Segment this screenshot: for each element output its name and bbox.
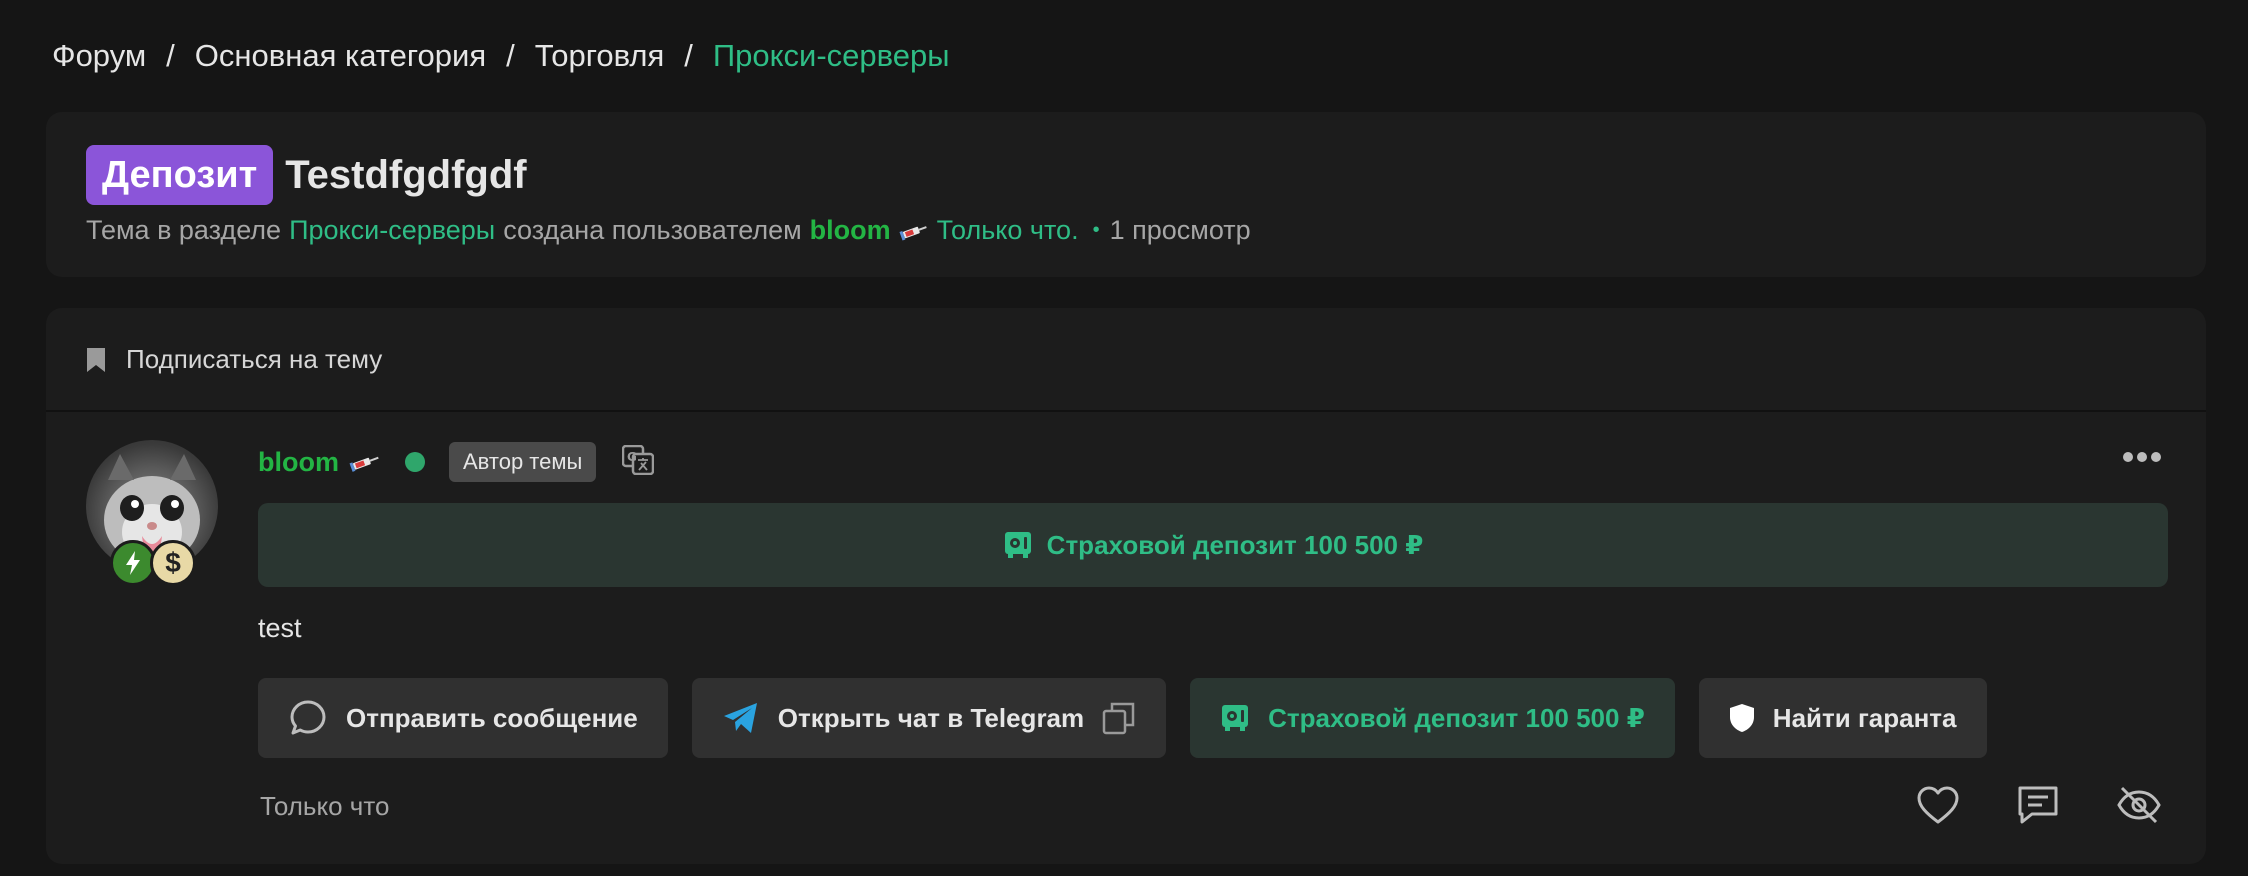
- divider: [46, 410, 2206, 412]
- thread-meta: Тема в разделе Прокси-серверы создана по…: [86, 215, 1251, 246]
- post-timestamp[interactable]: Только что: [260, 791, 389, 822]
- breadcrumb-separator: /: [684, 38, 693, 73]
- thread-title-row: Депозит Testdfgdfgdf: [86, 145, 527, 205]
- syringe-icon: [899, 220, 929, 242]
- post-reactions: [1916, 784, 2162, 831]
- breadcrumb-separator: /: [166, 38, 175, 73]
- breadcrumb-item-proxy[interactable]: Прокси-серверы: [713, 38, 950, 74]
- dollar-icon: $: [150, 540, 196, 586]
- post-card: Подписаться на тему $ bloom Автор темы G…: [46, 308, 2206, 864]
- subscribe-label: Подписаться на тему: [126, 344, 383, 374]
- thread-header: Депозит Testdfgdfgdf Тема в разделе Прок…: [46, 112, 2206, 277]
- find-guarantor-button[interactable]: Найти гаранта: [1698, 678, 1987, 758]
- safe-icon: [1220, 703, 1250, 733]
- meta-time-link[interactable]: Только что.: [937, 215, 1079, 246]
- insurance-deposit-button[interactable]: Страховой депозит 100 500 ₽: [1190, 678, 1675, 758]
- find-guarantor-label: Найти гаранта: [1772, 702, 1957, 733]
- safe-icon: [1004, 532, 1031, 558]
- open-telegram-label: Открыть чат в Telegram: [777, 702, 1085, 733]
- breadcrumb-item-forum[interactable]: Форум: [52, 38, 146, 74]
- breadcrumb-separator: /: [506, 38, 515, 73]
- syringe-icon: [349, 451, 381, 473]
- breadcrumb-item-trading[interactable]: Торговля: [535, 38, 665, 74]
- meta-views: 1 просмотр: [1109, 215, 1251, 245]
- meta-created-by-text: создана пользователем: [503, 215, 802, 245]
- send-message-button[interactable]: Отправить сообщение: [258, 678, 668, 758]
- reply-icon[interactable]: [2016, 784, 2060, 831]
- bookmark-icon: [87, 347, 105, 372]
- heart-icon[interactable]: [1916, 785, 1960, 830]
- telegram-icon: [722, 701, 760, 735]
- meta-section-link[interactable]: Прокси-серверы: [289, 215, 495, 246]
- svg-text:G: G: [627, 450, 637, 464]
- subscribe-button[interactable]: Подписаться на тему: [86, 344, 382, 375]
- chat-bubble-icon: [288, 698, 328, 738]
- online-status-dot: [405, 452, 425, 472]
- hide-icon[interactable]: [2116, 784, 2162, 831]
- author-tag-badge: Автор темы: [449, 442, 597, 482]
- post-body: test: [258, 613, 302, 643]
- meta-in-section-text: Тема в разделе: [86, 215, 282, 245]
- insurance-deposit-label: Страховой депозит 100 500 ₽: [1268, 702, 1645, 733]
- post-actions: Отправить сообщение Открыть чат в Telegr…: [258, 678, 1987, 758]
- shield-icon: [1729, 703, 1755, 733]
- meta-dot-separator: •: [1092, 219, 1100, 241]
- post-author-name[interactable]: bloom: [258, 447, 339, 478]
- open-telegram-button[interactable]: Открыть чат в Telegram: [691, 678, 1167, 758]
- post-author-row: bloom Автор темы G: [258, 442, 655, 482]
- meta-username-link[interactable]: bloom: [810, 215, 891, 246]
- breadcrumb: Форум / Основная категория / Торговля / …: [52, 38, 950, 74]
- deposit-banner-label: Страховой депозит 100 500 ₽: [1046, 529, 1424, 560]
- more-icon[interactable]: [2122, 450, 2162, 469]
- deposit-banner[interactable]: Страховой депозит 100 500 ₽: [258, 503, 2168, 587]
- thread-title: Testdfgdfgdf: [285, 152, 527, 197]
- translate-icon[interactable]: G: [622, 444, 655, 480]
- breadcrumb-item-main-category[interactable]: Основная категория: [195, 38, 486, 74]
- send-message-label: Отправить сообщение: [346, 702, 638, 733]
- copy-icon[interactable]: [1102, 701, 1136, 735]
- avatar[interactable]: $: [86, 440, 220, 586]
- thread-prefix-badge[interactable]: Депозит: [86, 145, 274, 205]
